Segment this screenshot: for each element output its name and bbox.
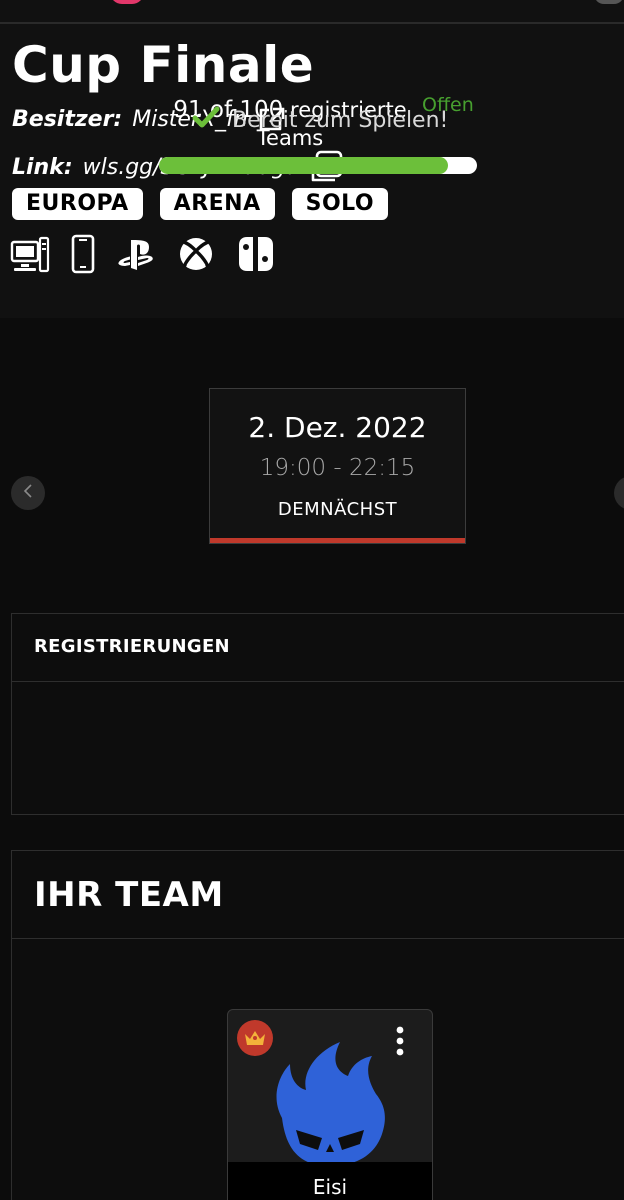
chevron-left-icon <box>22 483 34 503</box>
session-status: DEMNÄCHST <box>277 499 398 520</box>
tag-list: EUROPA ARENA SOLO <box>12 188 389 220</box>
playstation-icon <box>116 234 156 274</box>
registration-progress-fill <box>159 157 449 174</box>
menu-button[interactable] <box>594 0 624 4</box>
tag-mode: ARENA <box>159 188 275 220</box>
team-header: IHR TEAM <box>12 851 624 939</box>
next-date-button[interactable] <box>614 476 624 510</box>
session-status-bar <box>210 538 465 543</box>
tag-region: EUROPA <box>12 188 143 220</box>
previous-date-button[interactable] <box>11 476 45 510</box>
session-date: 2. Dez. 2022 <box>248 411 427 444</box>
ready-text: Bereit zum Spielen! <box>232 107 449 133</box>
registration-progress-bar <box>159 157 477 174</box>
registrations-heading: REGISTRIERUNGEN <box>34 636 230 657</box>
xbox-icon <box>176 234 216 274</box>
registrations-header: REGISTRIERUNGEN <box>12 614 624 682</box>
app-logo[interactable] <box>110 0 144 4</box>
session-card[interactable]: 2. Dez. 2022 19:00 - 22:15 DEMNÄCHST <box>209 388 466 544</box>
player-avatar <box>260 1038 400 1172</box>
mobile-icon <box>70 234 96 274</box>
top-bar <box>0 0 624 24</box>
tag-format: SOLO <box>291 188 389 220</box>
platform-list <box>10 234 276 274</box>
page-title: Cup Finale <box>12 36 315 94</box>
link-label: Link: <box>12 154 73 180</box>
player-card[interactable]: Eisi <box>227 1009 433 1200</box>
team-heading: IHR TEAM <box>34 875 224 915</box>
pc-icon <box>10 234 50 274</box>
ready-status: Bereit zum Spielen! <box>192 106 448 134</box>
owner-label: Besitzer: <box>12 106 123 132</box>
registrations-panel: REGISTRIERUNGEN <box>11 613 624 815</box>
player-name: Eisi <box>228 1162 432 1200</box>
switch-icon <box>236 234 276 274</box>
session-time: 19:00 - 22:15 <box>259 455 416 481</box>
checkmark-icon <box>192 106 220 134</box>
